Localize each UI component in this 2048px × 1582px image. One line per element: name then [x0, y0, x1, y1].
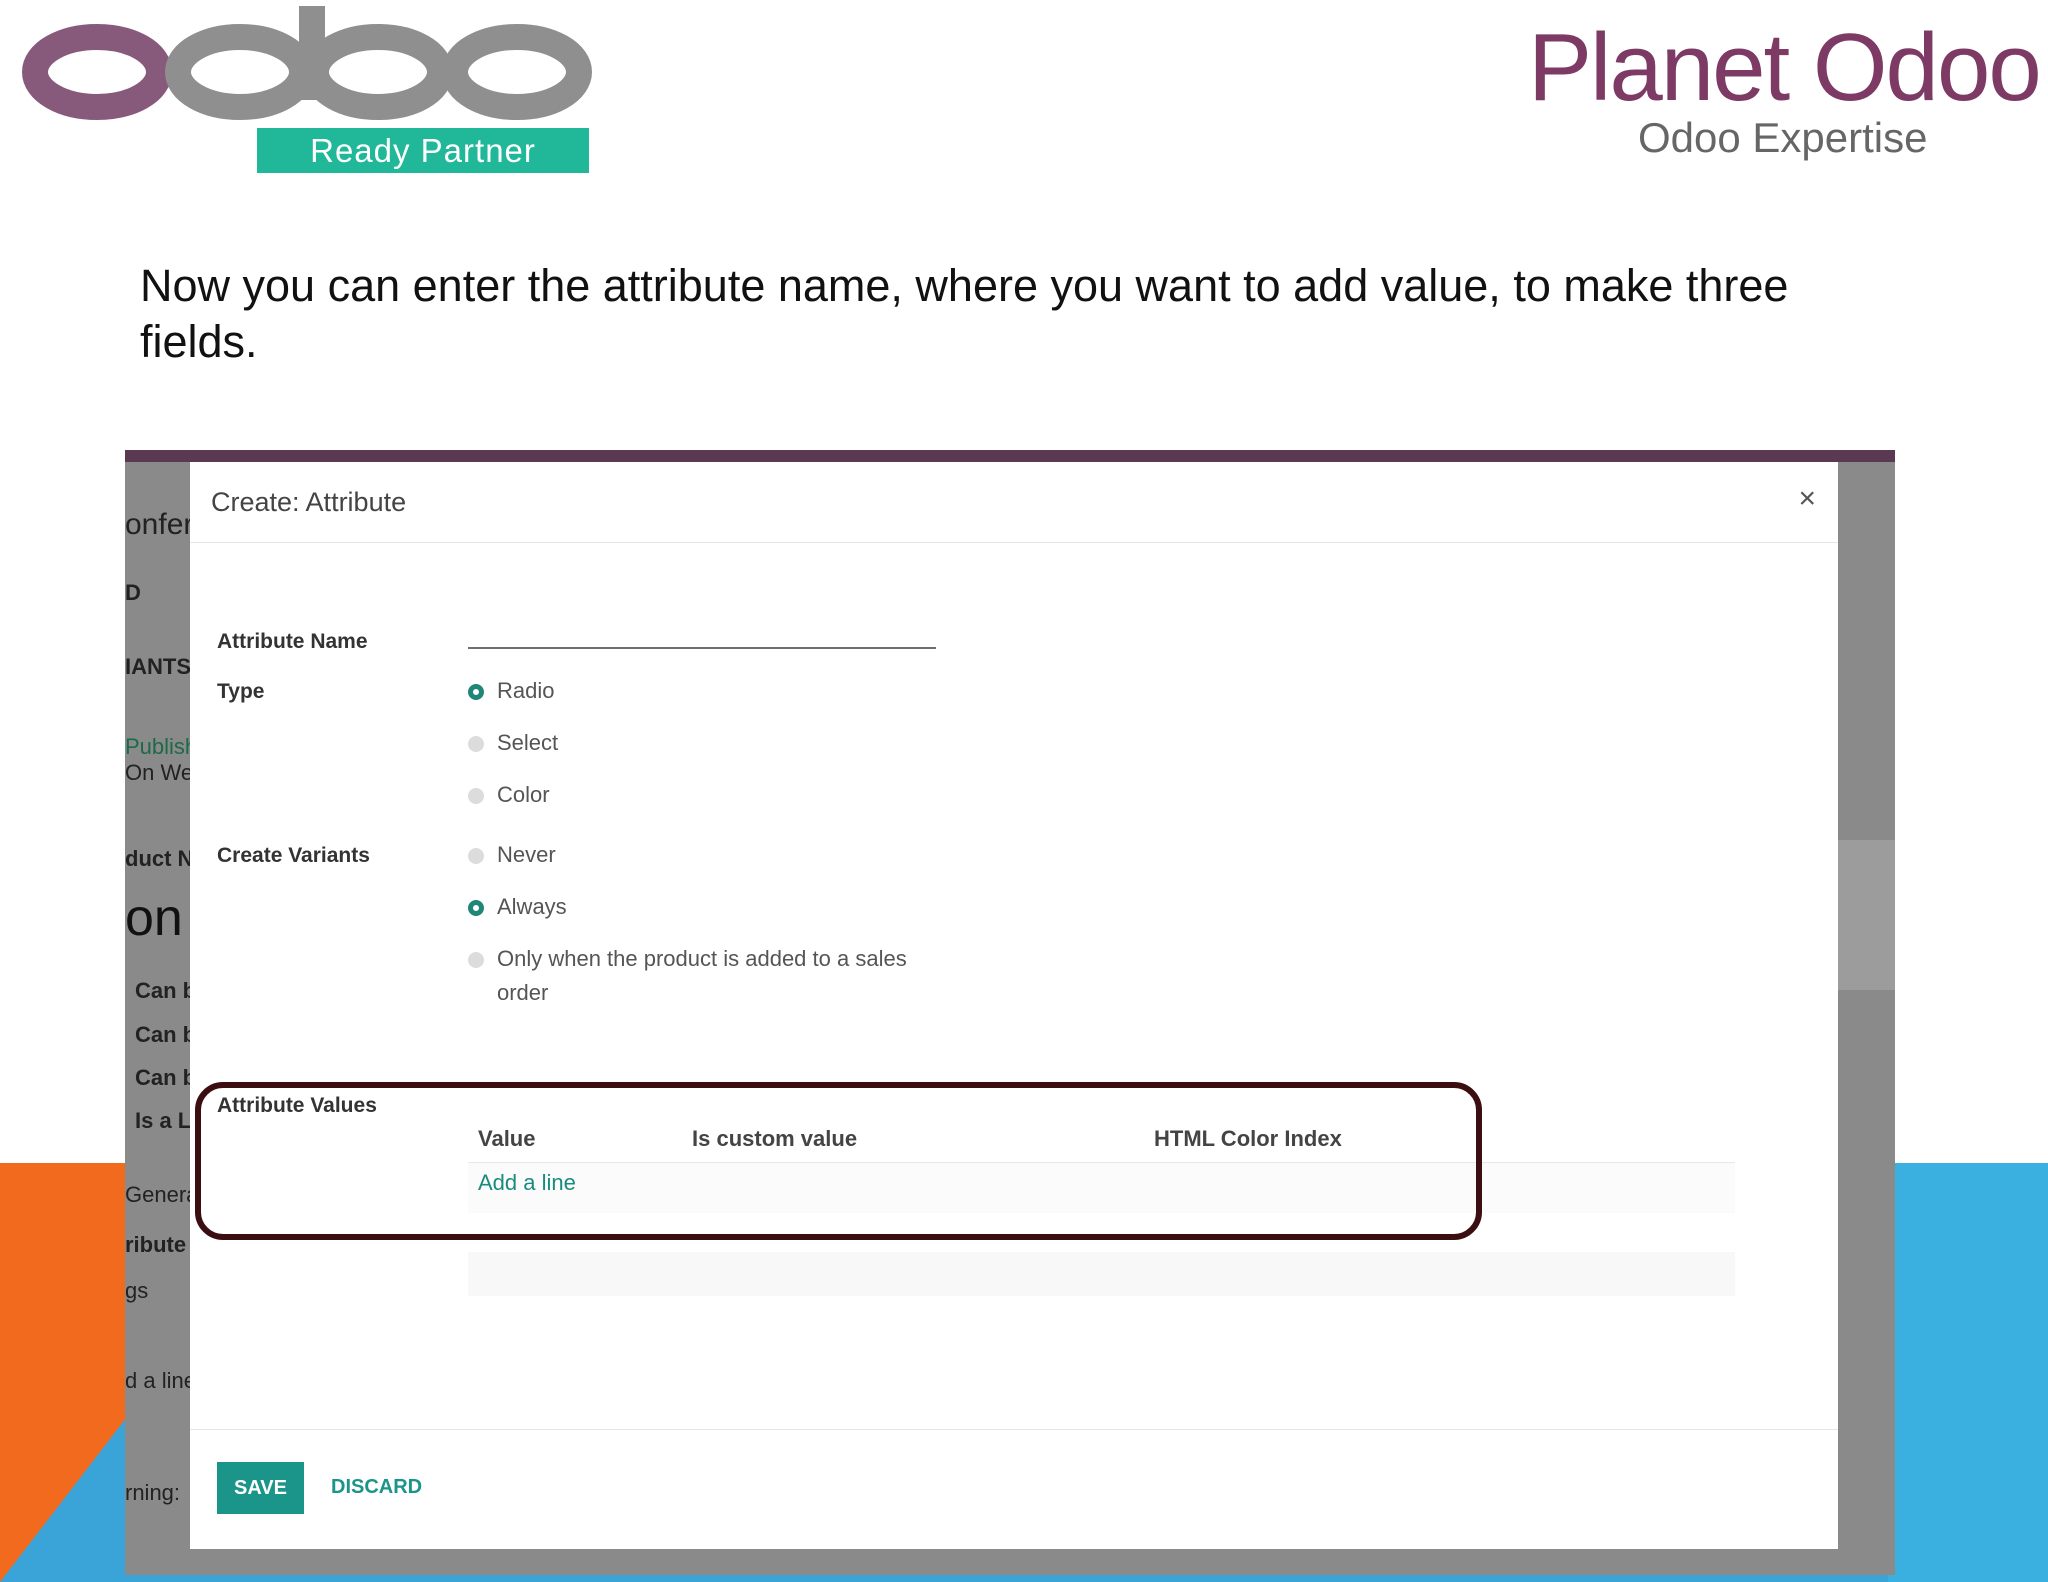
background-text: Publish	[125, 734, 198, 759]
type-label: Type	[217, 680, 265, 703]
background-text: gs	[125, 1278, 149, 1303]
attribute-name-label: Attribute Name	[217, 630, 368, 653]
dialog-header: Create: Attribute ×	[190, 462, 1838, 543]
column-header-html-color[interactable]: HTML Color Index	[1154, 1126, 1342, 1152]
background-text: D	[125, 580, 141, 605]
type-radio-select[interactable]: Select	[468, 730, 917, 760]
variants-radio-always[interactable]: Always	[468, 894, 917, 924]
radio-option-label: Select	[497, 730, 559, 755]
radio-selected-icon	[468, 684, 484, 700]
radio-option-label: Only when the product is added to a sale…	[497, 946, 907, 1005]
highlight-annotation	[195, 1082, 1482, 1240]
background-product-image	[1835, 840, 1895, 990]
close-icon[interactable]: ×	[1798, 482, 1816, 516]
discard-button[interactable]: DISCARD	[331, 1476, 422, 1499]
attribute-name-input[interactable]	[468, 647, 936, 649]
radio-unselected-icon	[468, 736, 484, 752]
table-row	[468, 1163, 1735, 1213]
background-text: IANTS	[125, 654, 191, 679]
type-radio-color[interactable]: Color	[468, 782, 917, 812]
ready-partner-badge: Ready Partner	[257, 128, 589, 173]
planet-odoo-title: Planet Odoo	[1528, 18, 2042, 118]
background-text: Can b	[135, 978, 197, 1003]
radio-selected-icon	[468, 900, 484, 916]
background-text: onfer	[125, 508, 194, 541]
attribute-values-label: Attribute Values	[217, 1094, 377, 1117]
variants-radio-on-sale[interactable]: Only when the product is added to a sale…	[468, 946, 917, 1010]
top-navbar	[125, 450, 1895, 462]
radio-option-label: Radio	[497, 678, 555, 703]
type-radio-radio[interactable]: Radio	[468, 678, 917, 708]
slide-caption: Now you can enter the attribute name, wh…	[140, 260, 1789, 367]
background-text: d a line	[125, 1368, 196, 1393]
radio-option-label: Color	[497, 782, 550, 807]
create-variants-label: Create Variants	[217, 844, 370, 867]
radio-option-label: Always	[497, 894, 567, 919]
create-attribute-dialog: Create: Attribute × Attribute Name Type …	[190, 462, 1838, 1549]
odoo-screenshot: onfer D IANTS Publish On Wel duct N on C…	[125, 450, 1895, 1575]
planet-word: Planet	[1528, 14, 1813, 121]
column-header-is-custom[interactable]: Is custom value	[692, 1126, 857, 1152]
bottom-strip-decoration	[140, 1575, 1888, 1582]
blue-corner-decoration	[0, 1400, 140, 1582]
variants-radio-never[interactable]: Never	[468, 842, 917, 872]
dialog-footer-divider	[190, 1429, 1838, 1430]
blue-right-decoration	[1888, 1163, 2048, 1582]
add-a-line-link[interactable]: Add a line	[478, 1170, 576, 1196]
table-row	[468, 1252, 1735, 1296]
odoo-word: Odoo	[1812, 14, 2042, 121]
planet-odoo-logo: Planet Odoo Odoo Expertise	[1528, 18, 2042, 168]
background-text: Can b	[135, 1022, 197, 1047]
radio-unselected-icon	[468, 788, 484, 804]
radio-unselected-icon	[468, 952, 484, 968]
background-text: Is a L	[135, 1108, 192, 1133]
dialog-title: Create: Attribute	[211, 487, 407, 517]
radio-unselected-icon	[468, 848, 484, 864]
save-button[interactable]: SAVE	[217, 1462, 304, 1514]
background-text: on	[125, 889, 183, 947]
background-text: rning:	[125, 1480, 181, 1505]
background-text: duct N	[125, 846, 194, 871]
column-header-value[interactable]: Value	[478, 1126, 535, 1152]
background-text: On Wel	[125, 760, 198, 785]
radio-option-label: Never	[497, 842, 556, 867]
background-text: Can b	[135, 1065, 197, 1090]
odoo-expertise-tagline: Odoo Expertise	[1638, 114, 1928, 161]
background-text: ribute	[125, 1232, 187, 1257]
